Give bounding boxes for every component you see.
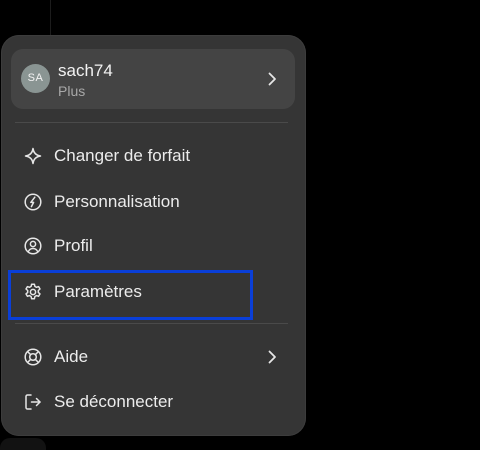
chevron-right-icon — [263, 348, 281, 366]
logout-icon — [23, 392, 43, 412]
lifebuoy-icon — [23, 347, 43, 367]
menu-item-label: Profil — [54, 236, 93, 255]
menu-item-label: Changer de forfait — [54, 146, 191, 165]
menu-item-label: Personnalisation — [54, 192, 180, 211]
account-switcher[interactable]: SA sach74 Plus — [11, 49, 295, 109]
personalize-icon — [23, 192, 43, 212]
menu-item-profile[interactable]: Profil — [11, 226, 295, 266]
gear-icon — [23, 282, 43, 302]
menu-item-change-plan[interactable]: Changer de forfait — [11, 136, 295, 176]
avatar: SA — [21, 64, 50, 93]
background-divider — [50, 0, 51, 36]
background-corner-button — [0, 438, 46, 450]
user-circle-icon — [23, 236, 43, 256]
menu-item-help[interactable]: Aide — [11, 337, 295, 377]
menu-item-label: Paramètres — [54, 282, 142, 301]
chevron-right-icon — [263, 70, 281, 88]
menu-divider — [15, 323, 288, 324]
menu-item-label: Aide — [54, 347, 89, 366]
menu-item-personalization[interactable]: Personnalisation — [11, 182, 295, 222]
menu-divider — [15, 122, 288, 123]
menu-item-settings[interactable]: Paramètres — [11, 272, 295, 312]
account-plan: Plus — [58, 83, 86, 99]
menu-item-logout[interactable]: Se déconnecter — [11, 382, 295, 422]
menu-item-label: Se déconnecter — [54, 392, 174, 411]
sparkle-icon — [23, 146, 43, 166]
account-username: sach74 — [58, 61, 113, 80]
account-menu: SA sach74 Plus Changer de forfait Person… — [1, 35, 306, 436]
